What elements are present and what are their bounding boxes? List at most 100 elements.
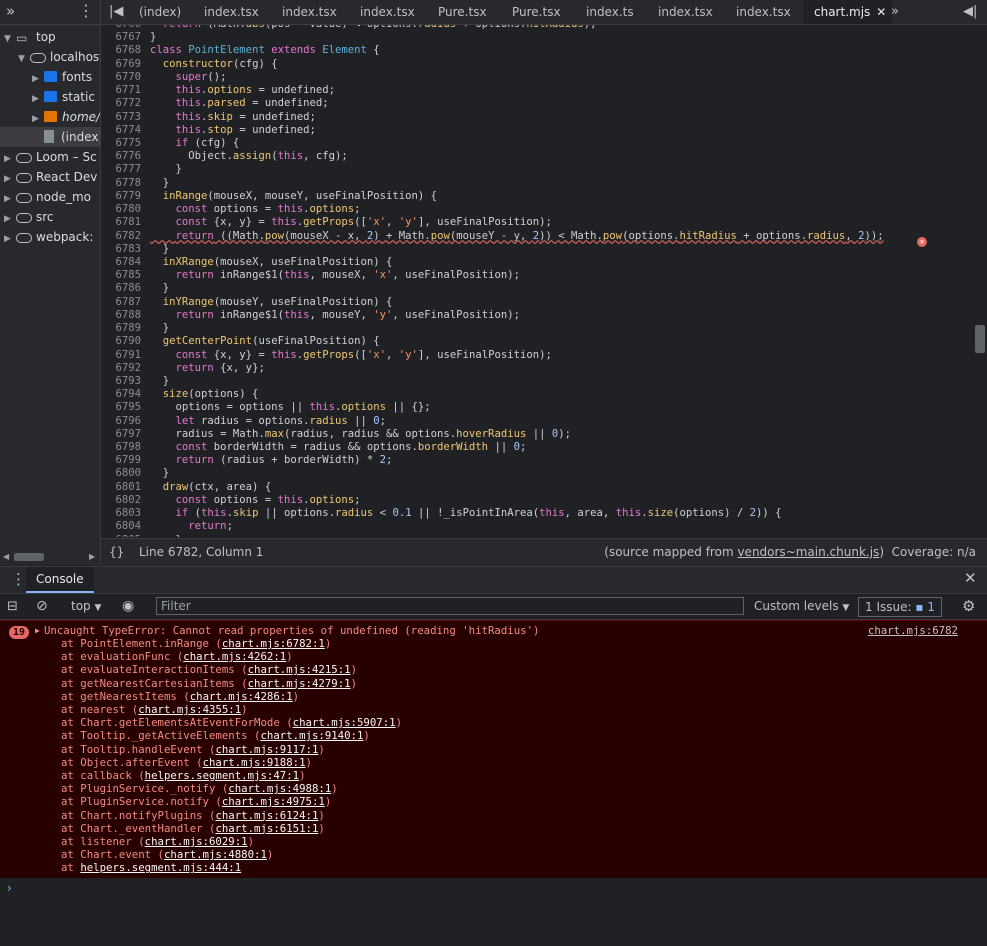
stack-frame-link[interactable]: chart.mjs:5907:1 [293,716,396,729]
stack-frame-link[interactable]: chart.mjs:9140:1 [260,729,363,742]
line-number[interactable]: 6782 [101,230,150,243]
stack-frame-link[interactable]: chart.mjs:4279:1 [248,677,351,690]
toggle-debugger-icon[interactable]: ◀| [963,0,977,24]
code-line[interactable]: 6784 inXRange(mouseX, useFinalPosition) … [101,256,392,269]
code-line[interactable]: 6790 getCenterPoint(useFinalPosition) { [101,335,379,348]
issues-button[interactable]: 1 Issue: ▪ 1 [858,597,942,617]
tree-item[interactable]: ▶ node_mo [0,187,100,209]
stack-frame-link[interactable]: chart.mjs:4355:1 [138,703,241,716]
line-number[interactable]: 6789 [101,322,150,335]
line-number[interactable]: 6776 [101,150,150,163]
stack-frame-link[interactable]: chart.mjs:4286:1 [190,690,293,703]
line-number[interactable]: 6797 [101,428,150,441]
stack-frame-link[interactable]: helpers.segment.mjs:444:1 [80,861,241,874]
code-line[interactable]: 6801 draw(ctx, area) { [101,481,271,494]
tree-item[interactable]: ▶ fonts [0,67,100,87]
line-number[interactable]: 6801 [101,481,150,494]
code-line[interactable]: 6777 } [101,163,181,176]
code-line[interactable]: 6776 Object.assign(this, cfg); [101,150,347,163]
tab-index-tsx[interactable]: index.tsx [736,0,791,24]
code-line[interactable]: 6778 } [101,177,169,190]
code-line[interactable]: 6797 radius = Math.max(radius, radius &&… [101,428,571,441]
line-number[interactable]: 6805 [101,534,150,537]
console-settings-gear-icon[interactable]: ⚙ [962,594,975,619]
line-number[interactable]: 6775 [101,137,150,150]
code-line[interactable]: 6795 options = options || this.options |… [101,401,430,414]
more-tabs-icon[interactable]: » [6,2,15,20]
line-number[interactable]: 6798 [101,441,150,454]
code-editor[interactable]: 6766 return (Math.abs(pos - value) < opt… [101,25,973,537]
code-line[interactable]: 6775 if (cfg) { [101,137,239,150]
stack-frame-link[interactable]: chart.mjs:6151:1 [215,822,318,835]
code-line[interactable]: 6767} [101,31,156,44]
expanded-triangle-icon[interactable]: ▼ [18,49,30,69]
line-number[interactable]: 6804 [101,520,150,533]
error-message[interactable]: Uncaught TypeError: Cannot read properti… [44,624,539,637]
stack-frame-link[interactable]: chart.mjs:6124:1 [215,809,318,822]
stack-frame-link[interactable]: chart.mjs:9117:1 [215,743,318,756]
collapsed-triangle-icon[interactable]: ▶ [4,189,16,209]
stack-frame-link[interactable]: chart.mjs:4880:1 [164,848,267,861]
line-number[interactable]: 6785 [101,269,150,282]
line-number[interactable]: 6780 [101,203,150,216]
line-number[interactable]: 6802 [101,494,150,507]
tree-item[interactable]: (index) [0,127,100,147]
stack-frame-link[interactable]: chart.mjs:4988:1 [228,782,331,795]
code-line[interactable]: 6789 } [101,322,169,335]
line-number[interactable]: 6791 [101,349,150,362]
code-line[interactable]: 6800 } [101,467,169,480]
code-line[interactable]: 6802 const options = this.options; [101,494,360,507]
stack-frame-link[interactable]: chart.mjs:4975:1 [222,795,325,808]
line-number[interactable]: 6790 [101,335,150,348]
line-number[interactable]: 6783 [101,243,150,256]
line-number[interactable]: 6799 [101,454,150,467]
stack-frame-link[interactable]: chart.mjs:6782:1 [222,637,325,650]
sidebar-horizontal-scrollbar[interactable]: ◀ ▶ [0,549,100,565]
line-number[interactable]: 6770 [101,71,150,84]
close-tab-icon[interactable]: ✕ [876,5,886,19]
editor-vertical-scrollbar[interactable] [973,25,987,537]
expanded-triangle-icon[interactable]: ▼ [4,29,16,49]
collapsed-triangle-icon[interactable]: ▶ [32,89,44,109]
code-line[interactable]: 6786 } [101,282,169,295]
tab-index-tsx[interactable]: index.tsx [658,0,713,24]
show-sidebar-icon[interactable]: ⊟ [7,594,18,619]
line-number[interactable]: 6796 [101,415,150,428]
line-number[interactable]: 6794 [101,388,150,401]
tree-item[interactable]: ▶ webpack: [0,227,100,247]
line-number[interactable]: 6786 [101,282,150,295]
line-number[interactable]: 6781 [101,216,150,229]
line-number[interactable]: 6779 [101,190,150,203]
collapsed-triangle-icon[interactable]: ▶ [32,109,44,129]
stack-frame-link[interactable]: chart.mjs:6029:1 [145,835,248,848]
line-number[interactable]: 6774 [101,124,150,137]
tree-item[interactable]: ▶ React Dev [0,167,100,189]
scroll-thumb[interactable] [14,553,44,561]
collapsed-triangle-icon[interactable]: ▶ [4,209,16,229]
error-marker-icon[interactable]: ✕ [917,237,927,247]
tab-index-tsx[interactable]: index.tsx [282,0,337,24]
line-number[interactable]: 6788 [101,309,150,322]
code-line[interactable]: 6792 return {x, y}; [101,362,264,375]
tree-item[interactable]: ▶ src [0,207,100,229]
live-expression-eye-icon[interactable]: ◉ [122,594,134,619]
drawer-menu-icon[interactable]: ⋮ [11,570,26,588]
tab-index[interactable]: (index) [139,0,181,24]
tree-item[interactable]: ▶ home/i [0,107,100,129]
line-number[interactable]: 6800 [101,467,150,480]
collapsed-triangle-icon[interactable]: ▶ [4,169,16,189]
line-number[interactable]: 6768 [101,44,150,57]
tab-index-tsx[interactable]: index.tsx [204,0,259,24]
line-number[interactable]: 6784 [101,256,150,269]
filter-input[interactable] [156,597,744,615]
context-selector[interactable]: top ▼ [71,594,101,619]
scroll-thumb[interactable] [975,325,985,353]
line-number[interactable]: 6771 [101,84,150,97]
tab-chart-mjs[interactable]: chart.mjs ✕ [803,0,893,24]
collapsed-triangle-icon[interactable]: ▶ [4,149,16,169]
error-source-link[interactable]: chart.mjs:6782 [868,624,958,637]
close-drawer-icon[interactable]: ✕ [964,569,977,587]
code-line[interactable]: 6782 return ((Math.pow(mouseX - x, 2) + … [101,230,883,243]
tree-item[interactable]: ▶ Loom – Sc [0,147,100,169]
stack-frame-link[interactable]: chart.mjs:9188:1 [203,756,306,769]
